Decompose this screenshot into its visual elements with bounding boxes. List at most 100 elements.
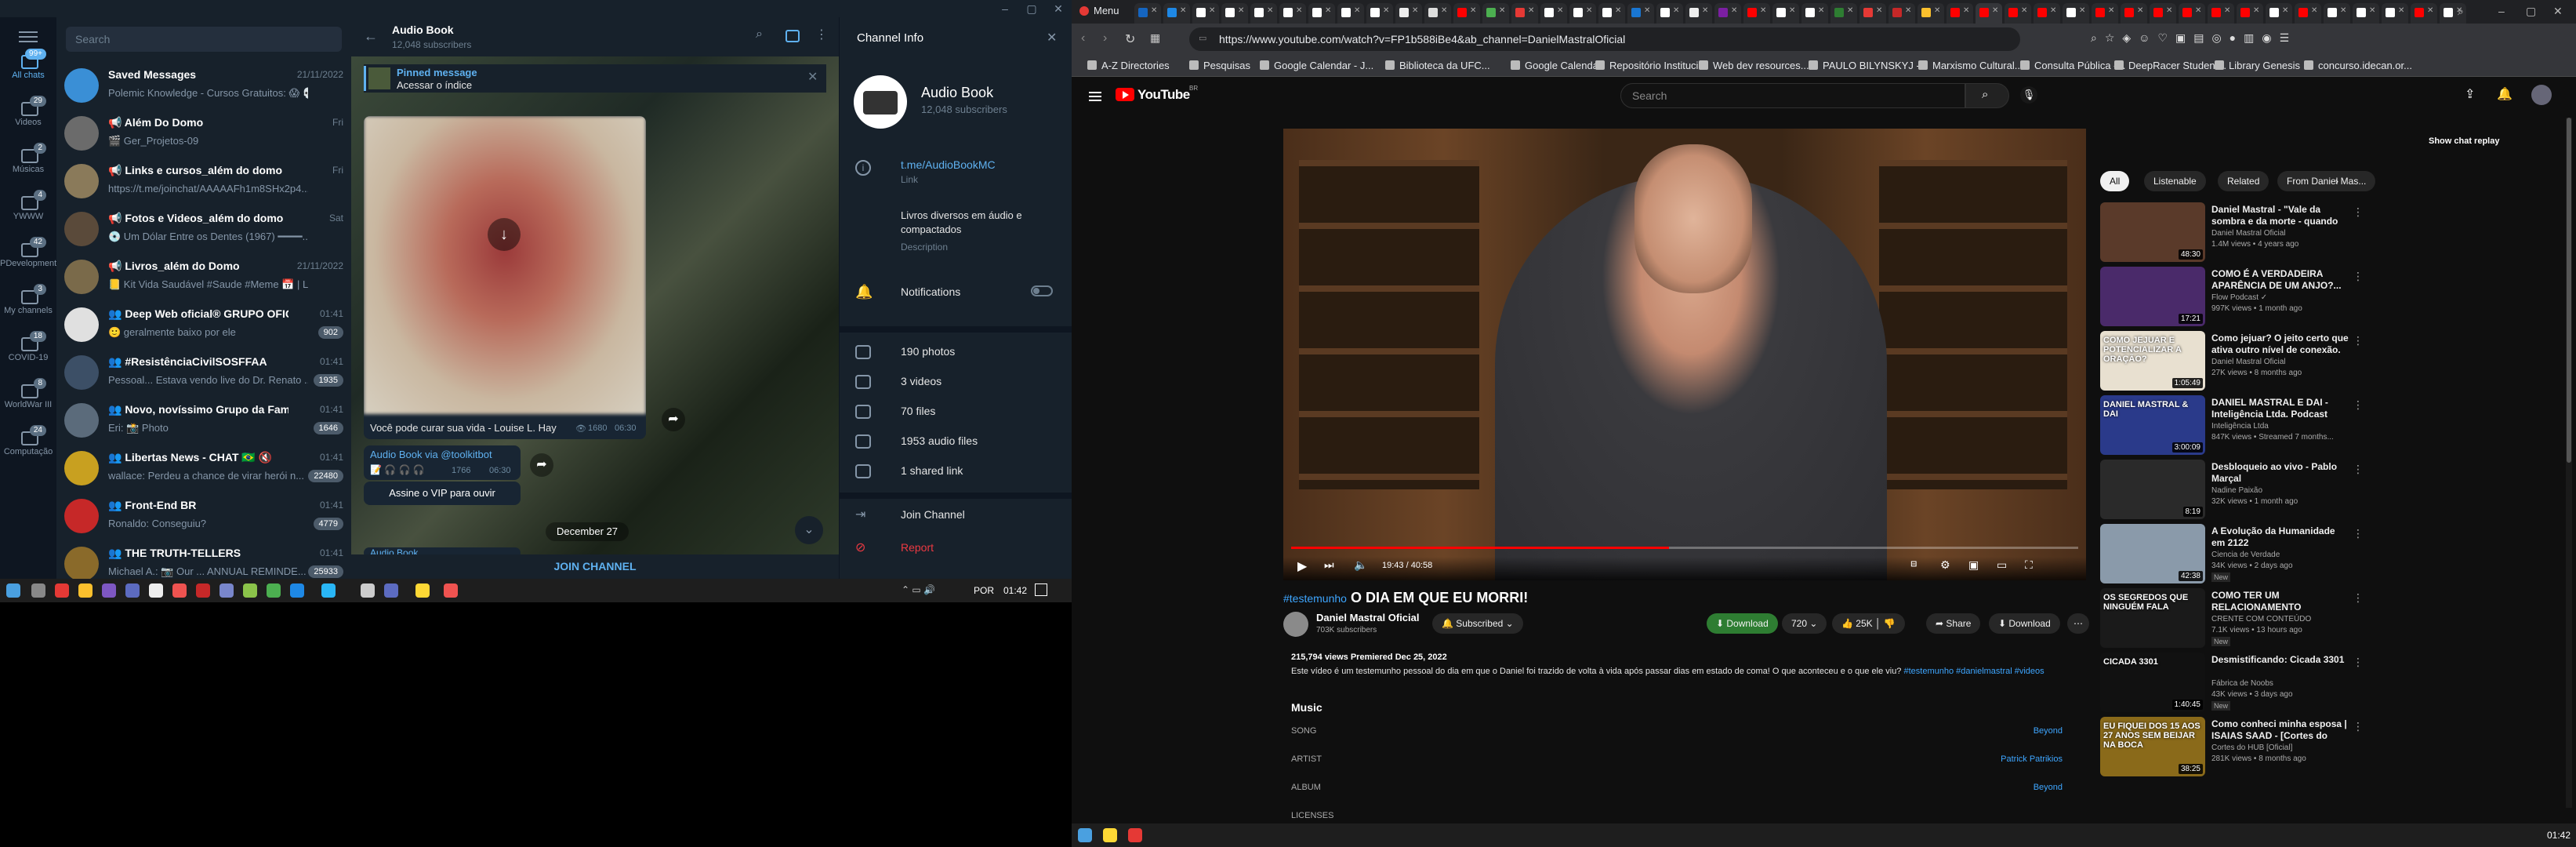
chat-list-item[interactable]: 📢 Links e cursos_além do domo https://t.m…: [56, 157, 351, 205]
more-icon[interactable]: ⋮: [815, 27, 828, 42]
browser-tab[interactable]: ✕: [1976, 3, 2002, 24]
app-icon[interactable]: [172, 583, 187, 598]
browser-tab[interactable]: ✕: [1308, 3, 1335, 24]
clock[interactable]: 01:42: [2547, 830, 2571, 841]
folder-7[interactable]: 8 WorldWar III: [0, 378, 56, 409]
join-channel-button[interactable]: JOIN CHANNEL: [351, 554, 839, 579]
tab-close-icon[interactable]: ✕: [1818, 6, 1824, 15]
folder-8[interactable]: 24 Computação: [0, 425, 56, 456]
browser-tab[interactable]: ✕: [2295, 3, 2321, 24]
tab-close-icon[interactable]: ✕: [2224, 6, 2230, 15]
tab-close-icon[interactable]: ✕: [1151, 6, 1157, 15]
tab-close-icon[interactable]: ✕: [2137, 6, 2143, 15]
folder-icon[interactable]: [415, 583, 430, 598]
folder-2[interactable]: 2 Músicas: [0, 143, 56, 174]
microphone-icon[interactable]: 🎙: [2020, 86, 2037, 104]
youtube-logo[interactable]: YouTube: [1137, 87, 1190, 103]
app-icon[interactable]: [102, 583, 116, 598]
folder-4[interactable]: 42 PDevelopment: [0, 237, 56, 268]
lock-icon[interactable]: ▭: [1199, 33, 1206, 43]
browser-tab[interactable]: ✕: [1511, 3, 1538, 24]
browser-tab[interactable]: ✕: [1714, 3, 1741, 24]
language-indicator[interactable]: POR: [974, 585, 994, 596]
tab-close-icon[interactable]: ✕: [2282, 6, 2288, 15]
more-icon[interactable]: ⋮: [2353, 463, 2364, 476]
filter-chip[interactable]: Listenable: [2144, 171, 2206, 191]
start-icon[interactable]: [1078, 828, 1092, 842]
opera-icon[interactable]: [1079, 6, 1089, 16]
share-button[interactable]: ➦ Share: [1926, 613, 1981, 634]
recommended-video[interactable]: OS SEGREDOS QUE NINGUÉM FALA COMO TER UM …: [2100, 588, 2367, 651]
chat-list-item[interactable]: 📢 Livros_além do Domo 📒 Kit Vida Saudável…: [56, 253, 351, 300]
media-stat-row[interactable]: 1953 audio files: [840, 427, 1072, 458]
maximize-icon[interactable]: ▢: [1018, 0, 1045, 17]
volume-icon[interactable]: 🔈: [1354, 558, 1367, 572]
back-arrow-icon[interactable]: ←: [364, 28, 378, 45]
tab-close-icon[interactable]: ✕: [1528, 6, 1534, 15]
next-icon[interactable]: ⏭: [1324, 558, 1334, 572]
telegram-icon[interactable]: [321, 583, 336, 598]
description-box[interactable]: 215,794 views Premiered Dec 25, 2022 Est…: [1283, 653, 2086, 696]
app-icon[interactable]: [125, 583, 140, 598]
channel-link[interactable]: t.me/AudioBookMC: [901, 158, 996, 171]
like-button[interactable]: 👍 25K │ 👎: [1832, 613, 1905, 634]
close-icon[interactable]: ✕: [1047, 30, 1057, 45]
browser-tab[interactable]: ✕: [1772, 3, 1799, 24]
browser-tab[interactable]: ✕: [1859, 3, 1886, 24]
app-icon[interactable]: [149, 583, 163, 598]
back-icon[interactable]: ‹: [1081, 31, 1085, 45]
channel-name[interactable]: Daniel Mastral Oficial: [1316, 612, 1420, 623]
tab-close-icon[interactable]: ✕: [1963, 6, 1969, 15]
more-icon[interactable]: ⋮: [2353, 656, 2364, 669]
browser-tab[interactable]: ✕: [1917, 3, 1944, 24]
browser-tab[interactable]: ✕: [1569, 3, 1596, 24]
report-button[interactable]: Report: [901, 541, 934, 554]
more-icon[interactable]: ⋮: [2353, 398, 2364, 412]
browser-tab[interactable]: ✕: [2208, 3, 2234, 24]
search-input[interactable]: Search: [1620, 83, 1965, 108]
media-stat-row[interactable]: 190 photos: [840, 337, 1072, 369]
avatar[interactable]: [2531, 85, 2552, 105]
more-icon[interactable]: ⋮: [2353, 205, 2364, 219]
bookmark[interactable]: Repositório Instituci...: [1595, 60, 1707, 71]
browser-tab[interactable]: ✕: [1830, 3, 1857, 24]
chat-list-item[interactable]: 👥 Front-End BR Ronaldo: Conseguiu? 01:41 47…: [56, 492, 351, 540]
browser-tab[interactable]: ✕: [1743, 3, 1770, 24]
browser-tab[interactable]: ✕: [2121, 3, 2147, 24]
notifications-toggle[interactable]: [1031, 285, 1053, 296]
folder-1[interactable]: 29 Videos: [0, 96, 56, 127]
browser-tab[interactable]: ✕: [1947, 3, 1973, 24]
channel-avatar[interactable]: [1283, 612, 1308, 637]
video-player[interactable]: ▶ ⏭ 🔈 19:43 / 40:58 ⊟ ⚙ ▣ ▭ ⛶: [1283, 129, 2086, 580]
tab-close-icon[interactable]: ✕: [1992, 6, 1998, 15]
bookmark[interactable]: Google Calendar - J...: [1260, 60, 1373, 71]
browser-tab[interactable]: ✕: [1685, 3, 1712, 24]
bookmark[interactable]: DeepRacer Student...: [2114, 60, 2226, 71]
more-icon[interactable]: ⋮: [2353, 527, 2364, 540]
tab-close-icon[interactable]: ✕: [2398, 6, 2404, 15]
browser-tab[interactable]: ✕: [1221, 3, 1248, 24]
chat-list-item[interactable]: 📢 Além Do Domo 🎬 Ger_Projetos-09 Fri: [56, 109, 351, 157]
chevron-right-icon[interactable]: ›: [2335, 176, 2338, 187]
download-extension-button[interactable]: ⬇ Download: [1707, 613, 1778, 634]
chat-list-item[interactable]: 👥 Deep Web oficial® GRUPO OFICIAL 🙂 geral…: [56, 300, 351, 348]
tab-close-icon[interactable]: ✕: [2340, 6, 2346, 15]
browser-tab[interactable]: ✕: [1366, 3, 1393, 24]
tab-close-icon[interactable]: ✕: [1325, 6, 1331, 15]
chrome-icon[interactable]: [267, 583, 281, 598]
subscribed-button[interactable]: 🔔 Subscribed ⌄: [1432, 613, 1523, 634]
more-icon[interactable]: ⋮: [2353, 270, 2364, 283]
app-icon[interactable]: [78, 583, 93, 598]
bookmark[interactable]: Consulta Pública -...: [2020, 60, 2125, 71]
maximize-icon[interactable]: ▢: [2526, 5, 2536, 18]
youtube-logo-icon[interactable]: [1116, 88, 1134, 101]
bookmark[interactable]: A-Z Directories: [1087, 60, 1170, 71]
folder-0[interactable]: 99+ All chats: [0, 49, 56, 80]
tab-close-icon[interactable]: ✕: [2021, 6, 2027, 15]
tab-close-icon[interactable]: ✕: [2166, 6, 2172, 15]
app-icon[interactable]: [361, 583, 375, 598]
filter-chip[interactable]: From Daniel Mas...: [2277, 171, 2376, 191]
more-icon[interactable]: ⋮: [2353, 334, 2364, 347]
bookmark[interactable]: Web dev resources...: [1699, 60, 1809, 71]
browser-tab[interactable]: ✕: [1801, 3, 1828, 24]
